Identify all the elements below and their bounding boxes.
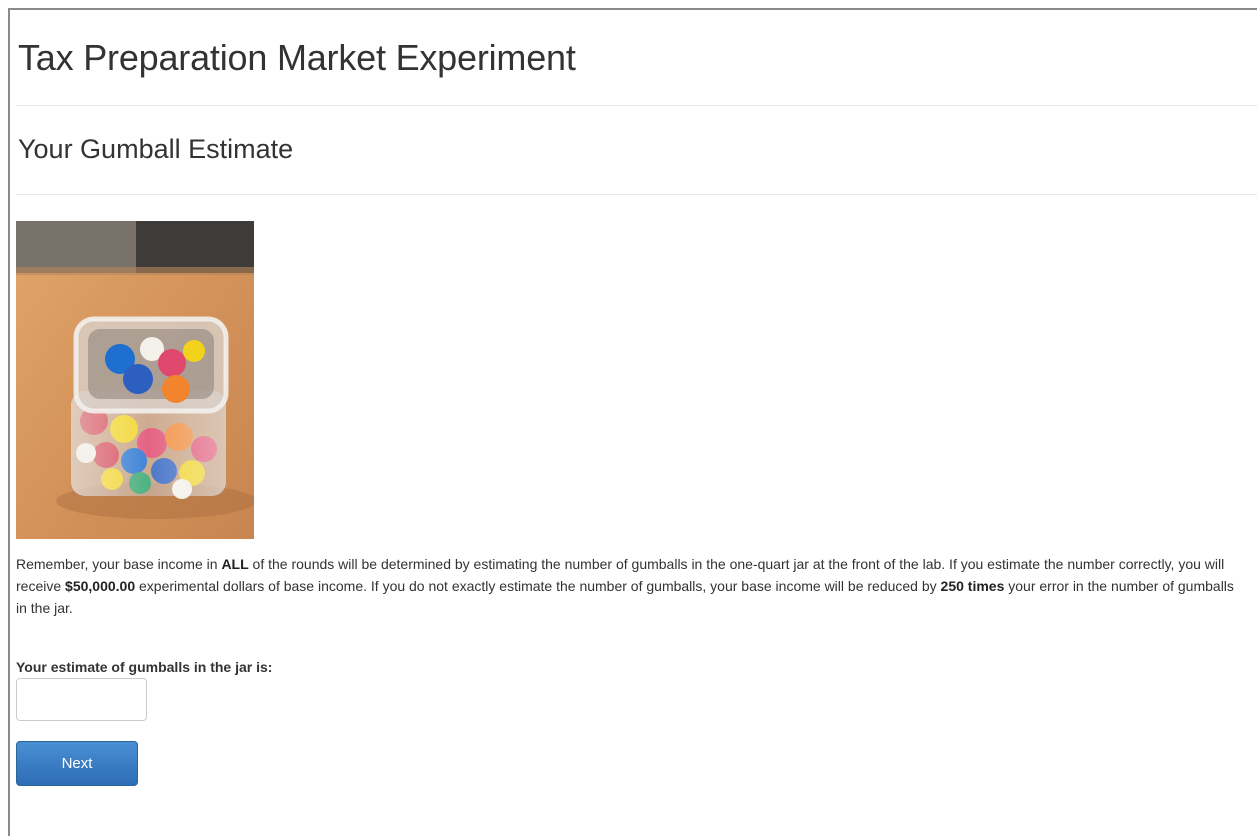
next-button[interactable]: Next bbox=[16, 741, 138, 786]
instructions-emphasis: ALL bbox=[221, 556, 249, 572]
section-title: Your Gumball Estimate bbox=[18, 134, 294, 164]
gumball-jar-photo bbox=[16, 221, 254, 539]
app-title: Tax Preparation Market Experiment bbox=[18, 37, 576, 78]
gumball-jar-photo-drawing bbox=[16, 221, 254, 539]
instructions-segment: Remember, your base income in bbox=[16, 556, 222, 572]
instructions-emphasis: 250 times bbox=[940, 578, 1005, 594]
estimate-input[interactable] bbox=[16, 678, 147, 721]
divider bbox=[16, 194, 1257, 195]
instructions-text: Remember, your base income in ALL of the… bbox=[16, 553, 1244, 619]
estimate-label: Your estimate of gumballs in the jar is: bbox=[16, 659, 273, 675]
browser-frame: Tax Preparation Market Experiment Your G… bbox=[8, 8, 1257, 836]
instructions-segment: experimental dollars of base income. If … bbox=[135, 578, 941, 594]
instructions-emphasis: $50,000.00 bbox=[65, 578, 136, 594]
divider bbox=[16, 105, 1257, 106]
